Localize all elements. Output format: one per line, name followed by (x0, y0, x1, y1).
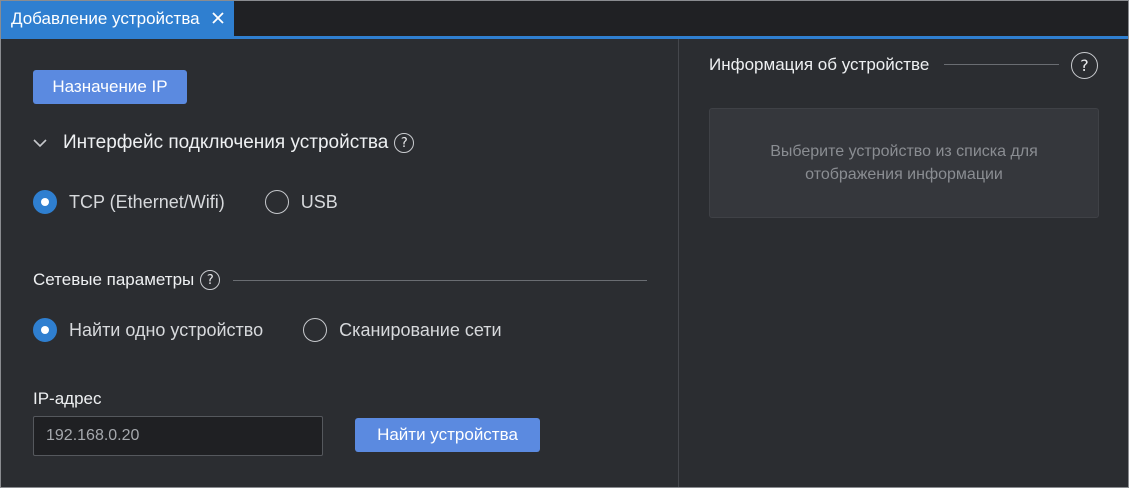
help-icon[interactable]: ? (200, 270, 221, 290)
radio-selected-icon[interactable] (33, 318, 57, 342)
device-info-title: Информация об устройстве (709, 55, 930, 74)
radio-scan-network-label: Сканирование сети (339, 319, 502, 340)
network-radio-group: Найти одно устройство Сканирование сети (33, 318, 542, 342)
tab-bar: Добавление устройства (1, 1, 1128, 39)
ip-assign-button[interactable]: Назначение IP (33, 70, 187, 104)
radio-tcp-label: TCP (Ethernet/Wifi) (69, 191, 225, 212)
network-section-header: Сетевые параметры ? (33, 270, 221, 290)
network-section-title: Сетевые параметры (33, 270, 195, 289)
right-panel: Информация об устройстве ? Выберите устр… (679, 39, 1128, 487)
chevron-down-icon[interactable] (33, 138, 47, 148)
ip-address-label: IP-адрес (33, 389, 102, 408)
radio-unselected-icon[interactable] (264, 190, 289, 214)
radio-unselected-icon[interactable] (303, 318, 328, 342)
radio-scan-network[interactable]: Сканирование сети (303, 318, 502, 342)
radio-usb[interactable]: USB (264, 190, 338, 214)
interface-radio-group: TCP (Ethernet/Wifi) USB (33, 190, 378, 214)
window: Добавление устройства Назначение IP Инте… (0, 0, 1129, 488)
left-panel: Назначение IP Интерфейс подключения устр… (1, 39, 678, 487)
radio-tcp[interactable]: TCP (Ethernet/Wifi) (33, 190, 225, 214)
interface-section-title: Интерфейс подключения устройства (63, 132, 389, 153)
help-icon[interactable]: ? (394, 133, 415, 153)
radio-usb-label: USB (300, 191, 338, 212)
section-divider (233, 280, 647, 281)
interface-section-header[interactable]: Интерфейс подключения устройства ? (33, 132, 415, 154)
find-devices-button[interactable]: Найти устройства (355, 418, 540, 452)
device-info-placeholder: Выберите устройство из списка для отобра… (709, 108, 1099, 218)
tab-title: Добавление устройства (11, 8, 200, 28)
ip-address-input[interactable] (33, 416, 323, 456)
radio-find-single[interactable]: Найти одно устройство (33, 318, 263, 342)
close-icon[interactable] (210, 10, 226, 26)
radio-find-single-label: Найти одно устройство (69, 319, 264, 340)
help-icon[interactable]: ? (1071, 52, 1098, 79)
section-divider (944, 64, 1059, 65)
radio-selected-icon[interactable] (33, 190, 57, 214)
tab-add-device[interactable]: Добавление устройства (1, 1, 234, 36)
placeholder-text: Выберите устройство из списка для отобра… (770, 143, 1038, 183)
